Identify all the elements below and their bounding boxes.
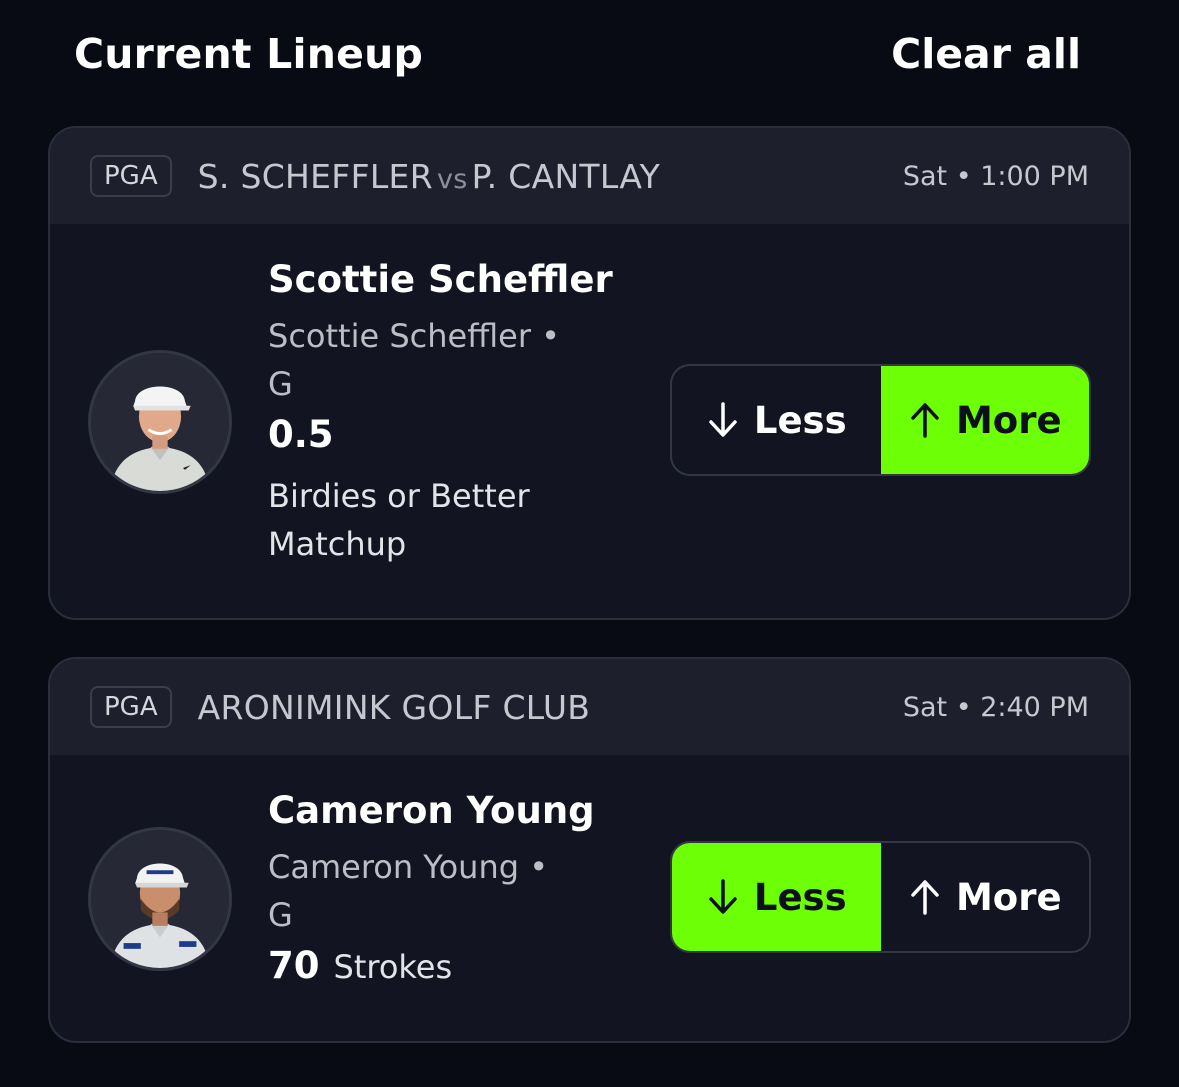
league-badge: PGA [90, 155, 172, 197]
league-badge: PGA [90, 686, 172, 728]
matchup-vs: vs [436, 163, 468, 195]
clear-all-button[interactable]: Clear all [891, 30, 1081, 78]
pick-card: PGA ARONIMINK GOLF CLUB Sat • 2:40 PM Ca… [48, 657, 1131, 1043]
matchup-player-right: P. CANTLAY [471, 156, 661, 196]
card-header: PGA ARONIMINK GOLF CLUB Sat • 2:40 PM [50, 659, 1129, 755]
arrow-down-icon [706, 400, 740, 440]
less-more-toggle: Less More [670, 841, 1091, 953]
less-label: Less [753, 398, 847, 442]
line-row: 0.5 [268, 410, 613, 460]
player-name: Cameron Young [268, 789, 595, 832]
golfer-portrait-icon [91, 830, 229, 968]
pick-card: PGA S. SCHEFFLER vs P. CANTLAY Sat • 1:00 … [48, 126, 1131, 620]
player-team: Cameron Young • G [268, 848, 549, 934]
stat-label: Birdies or Better Matchup [268, 477, 530, 563]
more-button[interactable]: More [881, 843, 1090, 951]
arrow-up-icon [908, 877, 942, 917]
arrow-up-icon [908, 400, 942, 440]
more-button[interactable]: More [880, 366, 1089, 474]
stat-label: Strokes [333, 948, 453, 986]
player-info: Scottie Scheffler Scottie Scheffler • G … [268, 258, 613, 568]
more-label: More [955, 398, 1062, 442]
more-label: More [955, 875, 1062, 919]
line-value: 0.5 [268, 413, 334, 456]
event-label: ARONIMINK GOLF CLUB [197, 687, 591, 727]
golfer-portrait-icon [91, 353, 229, 491]
player-team: Scottie Scheffler • G [268, 317, 561, 403]
player-avatar[interactable] [88, 827, 232, 971]
lineup-header: Current Lineup Clear all [74, 28, 1081, 80]
player-avatar[interactable] [88, 350, 232, 494]
page-title: Current Lineup [74, 30, 424, 78]
game-time: Sat • 1:00 PM [902, 160, 1089, 192]
less-button[interactable]: Less [672, 843, 881, 951]
arrow-down-icon [706, 877, 740, 917]
game-time: Sat • 2:40 PM [902, 691, 1089, 723]
less-button[interactable]: Less [672, 366, 881, 474]
card-header: PGA S. SCHEFFLER vs P. CANTLAY Sat • 1:00 … [50, 128, 1129, 224]
line-row: 70 Strokes [268, 941, 595, 991]
matchup-label: S. SCHEFFLER vs P. CANTLAY [198, 157, 903, 196]
player-info: Cameron Young Cameron Young • G 70 Strok… [268, 789, 595, 991]
less-label: Less [753, 875, 847, 919]
player-name: Scottie Scheffler [268, 258, 613, 301]
lineup-page: Current Lineup Clear all PGA S. SCHEFFLE… [0, 0, 1179, 1087]
matchup-player-left: S. SCHEFFLER [197, 156, 433, 196]
line-value: 70 [268, 944, 320, 987]
less-more-toggle: Less More [670, 364, 1091, 476]
